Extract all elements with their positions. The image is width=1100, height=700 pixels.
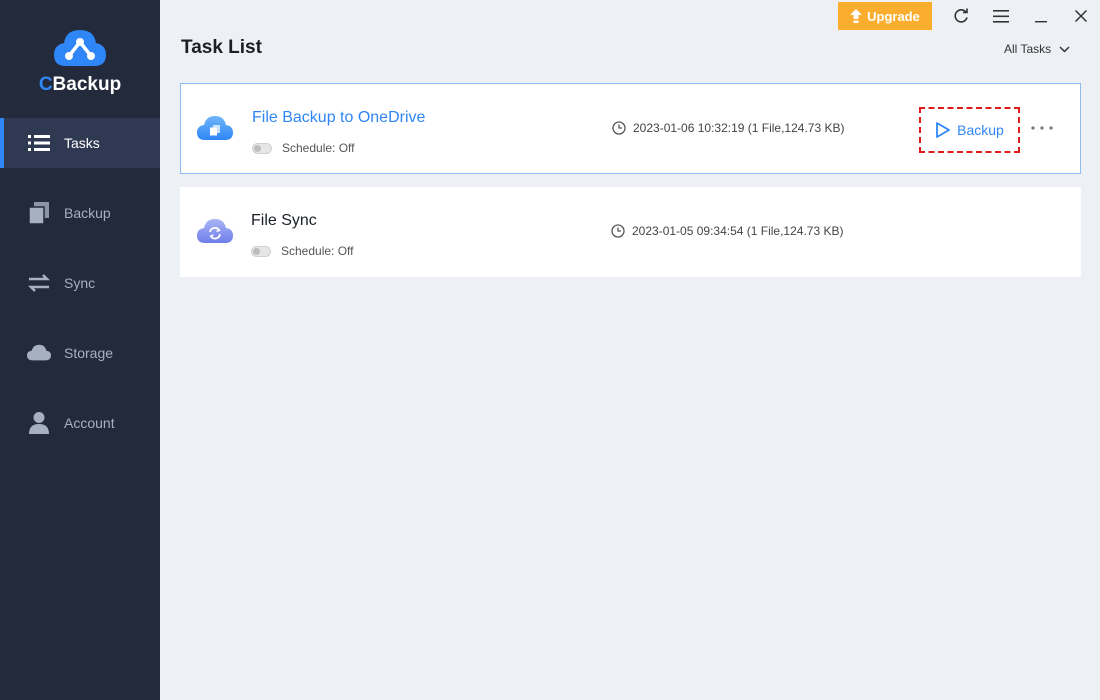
last-run-info: 2023-01-06 10:32:19 (1 File,124.73 KB) <box>612 121 844 135</box>
more-options-button[interactable] <box>1029 120 1055 136</box>
backup-action-label: Backup <box>957 122 1004 138</box>
list-icon <box>27 131 51 155</box>
upgrade-arrow-icon <box>850 9 863 23</box>
sidebar-item-backup[interactable]: Backup <box>0 188 160 238</box>
refresh-icon <box>954 8 968 23</box>
chevron-down-icon <box>1059 45 1070 53</box>
sidebar-item-sync[interactable]: Sync <box>0 258 160 308</box>
page-title: Task List <box>181 37 262 58</box>
cbackup-logo-icon <box>54 30 106 66</box>
filter-label: All Tasks <box>1004 42 1052 56</box>
clock-icon <box>612 121 626 135</box>
schedule-toggle[interactable] <box>252 142 272 154</box>
cloud-sync-icon <box>197 219 233 243</box>
minimize-icon <box>1035 21 1047 23</box>
user-icon <box>27 411 51 435</box>
task-card-onedrive-backup[interactable]: File Backup to OneDrive Schedule: Off 20… <box>180 83 1081 174</box>
schedule-toggle-row: Schedule: Off <box>252 141 355 155</box>
sidebar: CBackup Tasks Backup Sync Storage Accoun… <box>0 0 160 700</box>
schedule-status: Schedule: Off <box>281 244 354 258</box>
sidebar-item-tasks[interactable]: Tasks <box>0 118 160 168</box>
more-dots-icon <box>1031 126 1053 130</box>
close-button[interactable] <box>1068 4 1094 28</box>
schedule-status: Schedule: Off <box>282 141 355 155</box>
backup-copy-icon <box>27 201 51 225</box>
task-filter-dropdown[interactable]: All Tasks <box>1004 42 1070 56</box>
app-logo: CBackup <box>0 0 160 110</box>
play-icon <box>936 122 951 138</box>
sidebar-item-account[interactable]: Account <box>0 398 160 448</box>
hamburger-menu-icon <box>993 9 1009 23</box>
sidebar-item-label: Account <box>64 415 115 431</box>
run-backup-button[interactable]: Backup <box>919 107 1020 153</box>
last-run-text: 2023-01-05 09:34:54 (1 File,124.73 KB) <box>632 224 844 238</box>
schedule-toggle[interactable] <box>251 245 271 257</box>
clock-icon <box>611 224 625 238</box>
sidebar-item-label: Backup <box>64 205 111 221</box>
cloud-backup-icon <box>197 116 233 140</box>
brand-name: CBackup <box>38 74 122 95</box>
close-icon <box>1074 9 1088 23</box>
upgrade-label: Upgrade <box>867 8 920 24</box>
cloud-icon <box>27 341 51 365</box>
sidebar-item-label: Sync <box>64 275 96 291</box>
menu-button[interactable] <box>988 4 1014 28</box>
sidebar-item-storage[interactable]: Storage <box>0 328 160 378</box>
sidebar-item-label: Storage <box>64 345 114 361</box>
upgrade-button[interactable]: Upgrade <box>838 2 932 30</box>
sync-arrows-icon <box>27 271 51 295</box>
schedule-toggle-row: Schedule: Off <box>251 244 354 258</box>
last-run-text: 2023-01-06 10:32:19 (1 File,124.73 KB) <box>633 121 845 135</box>
last-run-info: 2023-01-05 09:34:54 (1 File,124.73 KB) <box>611 224 843 238</box>
task-name[interactable]: File Sync <box>251 212 317 230</box>
minimize-button[interactable] <box>1028 4 1054 28</box>
task-card-file-sync[interactable]: File Sync Schedule: Off 2023-01-05 09:34… <box>180 187 1081 277</box>
sidebar-item-label: Tasks <box>64 135 100 151</box>
task-name[interactable]: File Backup to OneDrive <box>252 109 425 127</box>
refresh-button[interactable] <box>948 4 974 28</box>
